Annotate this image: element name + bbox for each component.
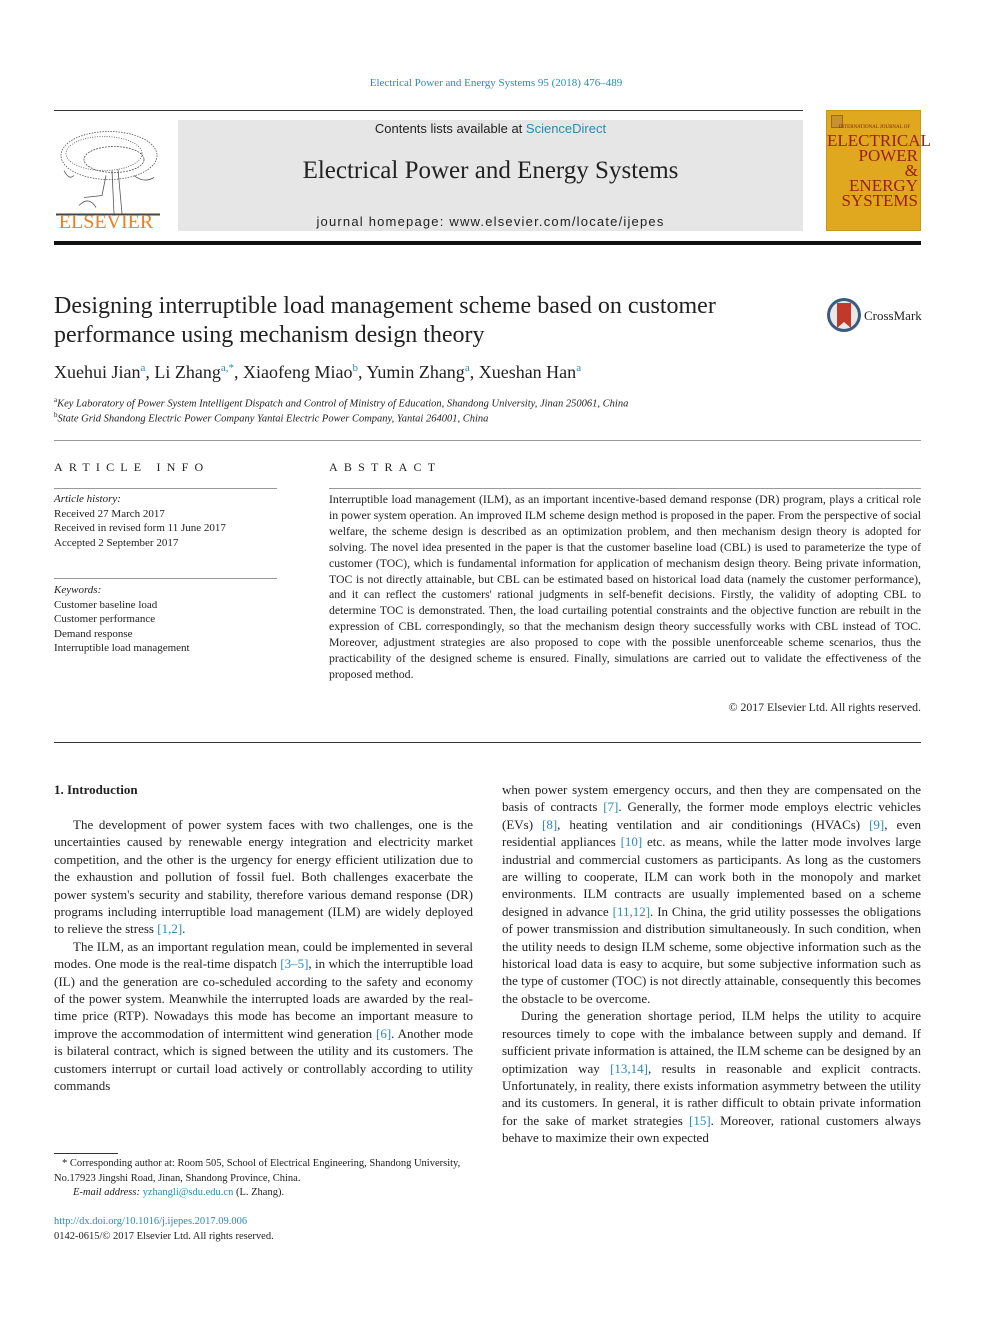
author-name[interactable]: Li Zhang [154,362,220,382]
author-affiliation-sup[interactable]: b [352,362,358,374]
sciencedirect-link[interactable]: ScienceDirect [526,121,606,136]
article-history: Article history: Received 27 March 2017 … [54,492,277,550]
citation-link[interactable]: [9] [869,817,884,832]
email-link[interactable]: yzhangli@sdu.edu.cn [143,1187,234,1198]
journal-citation-link[interactable]: Electrical Power and Energy Systems 95 (… [0,77,992,89]
citation-link[interactable]: [13,14] [610,1061,648,1076]
author-affiliation-sup[interactable]: a [465,362,470,374]
doi-link[interactable]: http://dx.doi.org/10.1016/j.ijepes.2017.… [54,1216,247,1227]
article-info-heading: ARTICLE INFO [54,460,210,474]
history-item: Received 27 March 2017 [54,507,165,520]
article-info-rule [54,488,277,489]
keyword: Customer baseline load [54,598,158,611]
author-name[interactable]: Xuehui Jian [54,362,140,382]
citation-link[interactable]: [8] [542,817,557,832]
journal-homepage-link[interactable]: journal homepage: www.elsevier.com/locat… [178,214,803,229]
body-column-right: when power system emergency occurs, and … [502,781,921,1147]
citation-link[interactable]: [7] [603,799,618,814]
keywords-rule [54,578,277,579]
section-heading-introduction: 1. Introduction [54,782,138,797]
article-title: Designing interruptible load management … [54,293,716,348]
abstract-text: Interruptible load management (ILM), as … [329,492,921,681]
author-name[interactable]: Xueshan Han [479,362,576,382]
affiliation-text: State Grid Shandong Electric Power Compa… [57,413,489,425]
keywords-list: Keywords: Customer baseline load Custome… [54,583,277,656]
citation-link[interactable]: [15] [689,1113,711,1128]
corresponding-author-note: * Corresponding author at: Room 505, Sch… [54,1158,461,1184]
abstract-bottom-rule [54,742,921,743]
cover-line-6: SYSTEMS [841,191,918,210]
author-affiliation-sup[interactable]: a,* [221,362,234,374]
footnote-rule [54,1153,118,1154]
cover-title: ELECTRICAL POWER & ENERGY SYSTEMS [827,132,931,210]
header-rule [54,110,803,111]
body-paragraph: During the generation shortage period, I… [502,1007,921,1146]
keyword: Demand response [54,627,133,640]
elsevier-wordmark: ELSEVIER [58,211,154,233]
email-line: E-mail address: yzhangli@sdu.edu.cn (L. … [54,1186,473,1201]
footnote: * Corresponding author at: Room 505, Sch… [54,1157,473,1201]
history-item: Accepted 2 September 2017 [54,536,179,549]
author-list: Xuehui Jiana, Li Zhanga,*, Xiaofeng Miao… [54,362,582,382]
email-label: E-mail address: [73,1187,143,1198]
affiliation-b: bState Grid Shandong Electric Power Comp… [54,411,914,425]
paragraph-text: . In China, the grid utility possesses t… [502,903,921,1006]
journal-cover-image[interactable]: INTERNATIONAL JOURNAL OF ELECTRICAL POWE… [826,110,931,231]
header-thick-rule [54,241,921,245]
author-affiliation-sup[interactable]: a [140,362,145,374]
section-rule [54,440,921,441]
abstract-rule [329,488,921,489]
citation-link[interactable]: [3–5] [280,956,308,971]
citation-link[interactable]: [10] [621,834,643,849]
keyword: Customer performance [54,613,156,625]
contents-prefix: Contents lists available at [374,121,526,136]
keyword: Interruptible load management [54,642,190,654]
history-label: Article history: [54,493,121,505]
journal-name: Electrical Power and Energy Systems [302,157,679,184]
abstract-copyright: © 2017 Elsevier Ltd. All rights reserved… [728,700,921,714]
paragraph-text: , heating ventilation and air conditioni… [557,816,870,832]
paragraph-text: The development of power system faces wi… [54,817,473,937]
citation-link[interactable]: [1,2] [157,921,182,936]
body-column-left: The development of power system faces wi… [54,816,473,1095]
author-name[interactable]: Xiaofeng Miao [243,362,352,382]
issn-copyright: 0142-0615/© 2017 Elsevier Ltd. All right… [54,1231,274,1242]
affiliation-text: Key Laboratory of Power System Intellige… [57,398,629,410]
citation-link[interactable]: [6] [376,1026,391,1041]
keywords-label: Keywords: [54,584,102,596]
history-item: Received in revised form 11 June 2017 [54,522,226,534]
body-paragraph: The ILM, as an important regulation mean… [54,938,473,1095]
body-paragraph: when power system emergency occurs, and … [502,781,921,1007]
citation-link[interactable]: [11,12] [613,904,650,919]
crossmark-icon[interactable] [826,297,862,333]
cover-line-1: INTERNATIONAL JOURNAL OF [838,125,911,130]
paragraph-text: . [182,921,186,937]
affiliation-a: aKey Laboratory of Power System Intellig… [54,396,914,410]
author-name[interactable]: Yumin Zhang [366,362,465,382]
contents-line: Contents lists available at ScienceDirec… [178,121,803,136]
author-affiliation-sup[interactable]: a [576,362,581,374]
body-paragraph: The development of power system faces wi… [54,816,473,938]
abstract-heading: ABSTRACT [329,460,442,474]
email-suffix: (L. Zhang). [233,1187,285,1198]
crossmark-label[interactable]: CrossMark [864,308,922,324]
